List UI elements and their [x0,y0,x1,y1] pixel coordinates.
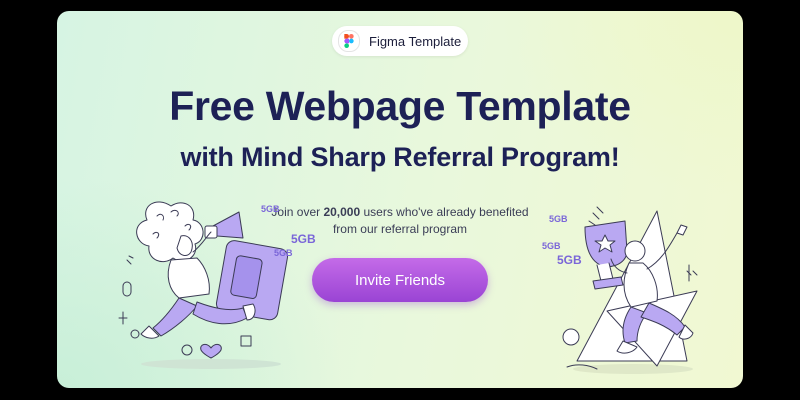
subtitle-user-count: 20,000 [323,205,361,219]
badge-label: Figma Template [369,33,462,49]
figma-logo-icon [338,30,360,52]
right-5gb-tag-2: 5GB [542,241,561,251]
hero-title-line-2: with Mind Sharp Referral Program! [180,142,620,172]
right-5gb-tag-3: 5GB [557,253,582,267]
figma-template-badge[interactable]: Figma Template [332,26,468,56]
promo-card: Figma Template Free Webpage Template wit… [57,11,743,388]
left-5gb-tag-3: 5GB [291,232,316,246]
person-with-trophy-illustration: 5GB 5GB 5GB [537,191,717,381]
left-5gb-tag-2: 5GB [274,248,293,258]
person-with-megaphone-illustration: 5GB 5GB 5GB [101,186,316,376]
invite-friends-button[interactable]: Invite Friends [312,258,488,302]
right-5gb-tag-1: 5GB [549,214,568,224]
hero-title-line-1: Free Webpage Template [169,83,631,129]
subtitle-rest: users who've already benefited from our … [332,205,529,236]
left-5gb-tag-1: 5GB [261,204,280,214]
